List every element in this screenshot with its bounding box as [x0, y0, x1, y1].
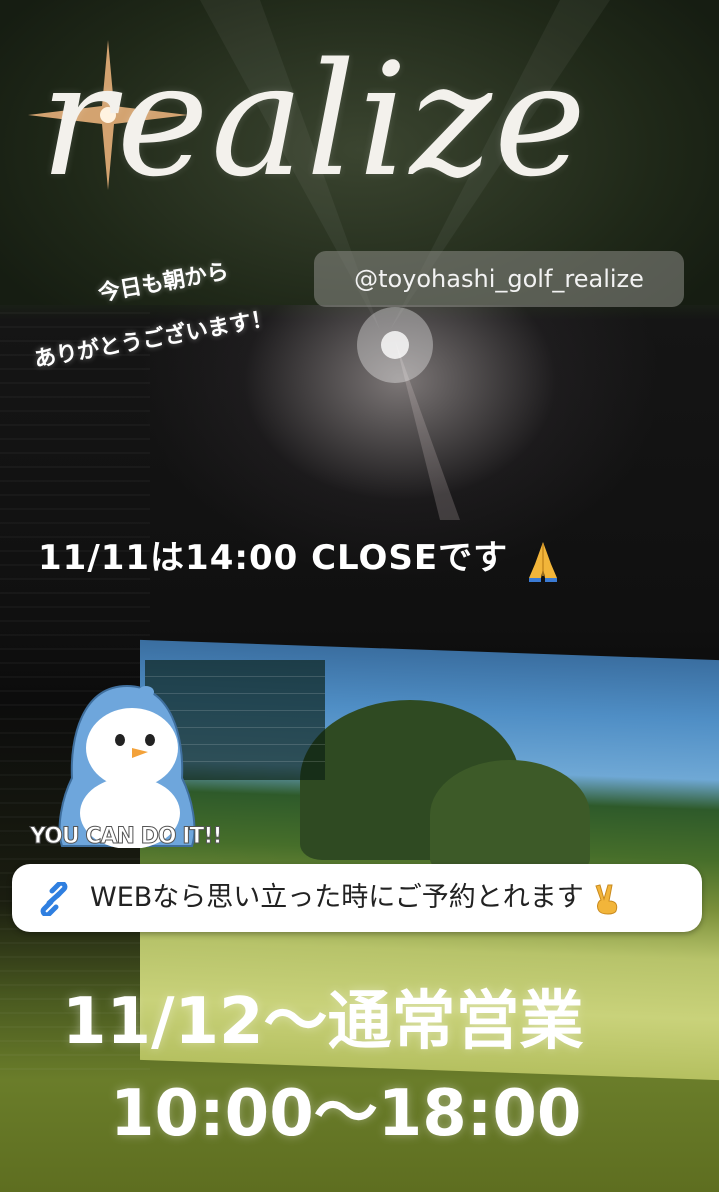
mascot-caption: YOU CAN DO IT!!: [30, 824, 223, 850]
regular-hours-heading: 11/12〜通常営業: [62, 985, 584, 1059]
screen-trees-2: [430, 760, 590, 870]
story-canvas: realize @toyohashi_golf_realize 今日も朝から あ…: [0, 0, 719, 1192]
instagram-handle-tag[interactable]: @toyohashi_golf_realize: [314, 251, 684, 307]
regular-hours-time: 10:00〜18:00: [110, 1077, 582, 1151]
penguin-icon: [58, 684, 196, 848]
victory-hand-icon: [595, 883, 618, 914]
folded-hands-icon: [528, 541, 557, 582]
link-icon: [40, 882, 68, 916]
web-link-label: WEBなら思い立った時にご予約とれます: [90, 882, 584, 913]
brand-logo: realize: [40, 29, 589, 211]
close-notice-text: 11/11は14:00 CLOSEです: [38, 538, 509, 578]
web-reservation-link[interactable]: WEBなら思い立った時にご予約とれます: [12, 864, 702, 932]
close-notice: 11/11は14:00 CLOSEです: [38, 530, 565, 582]
web-link-text-wrap: WEBなら思い立った時にご予約とれます: [90, 864, 622, 932]
